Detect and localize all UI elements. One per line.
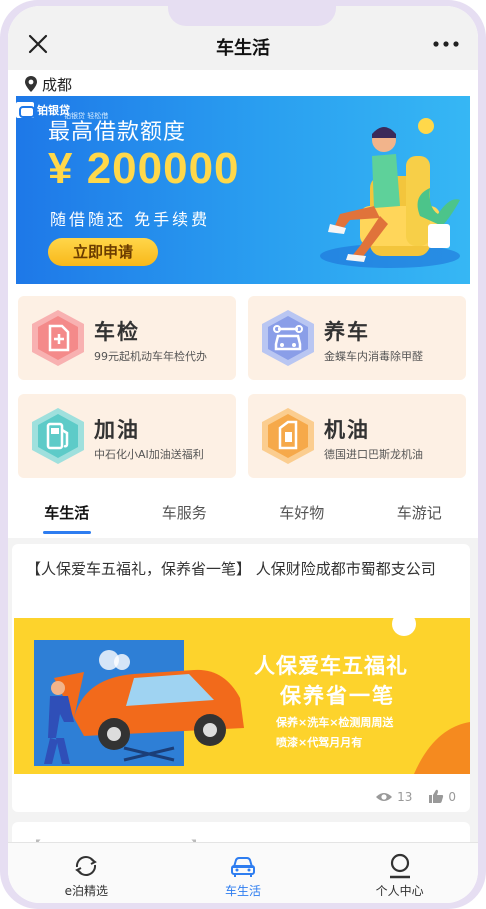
- page-title: 车生活: [216, 38, 270, 59]
- location-selector[interactable]: 成都: [24, 72, 72, 96]
- category-tabs: 车生活 车服务 车好物 车游记: [8, 494, 478, 538]
- article-image: 人保爱车五福礼 保养省一笔 保养×洗车×检测周周送 喷漆×代驾月月有: [14, 618, 470, 774]
- service-desc: 中石化小AI加油送福利: [94, 448, 204, 461]
- tab-car-life[interactable]: 车生活: [8, 494, 126, 538]
- service-title: 加油: [94, 418, 140, 442]
- bottom-nav-label: 个人中心: [375, 884, 424, 898]
- view-count: 13: [375, 790, 412, 804]
- refresh-circle-icon: [75, 856, 98, 876]
- device-frame: 车生活 成都 铂银贷 铂银贷 轻松借 最高借款额度 ¥ 200000 随借随还 …: [0, 0, 486, 909]
- service-card-fuel[interactable]: 加油 中石化小AI加油送福利: [18, 394, 236, 478]
- bottom-nav-car-life[interactable]: 车生活: [165, 843, 322, 903]
- article-title: 【人保爱车五福礼，保养省一笔】 人保财险成都市蜀都支公司: [26, 560, 436, 578]
- location-pin-icon: [25, 76, 37, 92]
- image-promo-line: 喷漆×代驾月月有: [276, 736, 363, 749]
- person-on-chair-illustration: [320, 118, 460, 268]
- like-count[interactable]: 0: [428, 789, 456, 804]
- thumbs-up-icon: [429, 789, 444, 803]
- image-subheadline: 保养省一笔: [280, 684, 395, 708]
- brand-logo-icon: [16, 102, 35, 118]
- like-count-value: 0: [448, 789, 456, 804]
- car-repair-illustration: [34, 618, 470, 774]
- loan-banner[interactable]: 铂银贷 铂银贷 轻松借 最高借款额度 ¥ 200000 随借随还 免手续费 立即…: [16, 96, 470, 284]
- doc-plus-icon: [32, 310, 84, 366]
- service-card-maintenance[interactable]: 养车 金蝶车内消毒除甲醛: [248, 296, 466, 380]
- banner-subtitle: 随借随还 免手续费: [50, 210, 211, 229]
- bottom-nav-label: e泊精选: [64, 884, 109, 898]
- service-card-engine-oil[interactable]: 机油 德国进口巴斯龙机油: [248, 394, 466, 478]
- tab-car-goods[interactable]: 车好物: [243, 494, 361, 538]
- bottom-navigation: e泊精选 车生活 个人中心: [8, 842, 478, 903]
- bottom-nav-featured[interactable]: e泊精选: [8, 843, 165, 903]
- car-icon: [231, 857, 255, 877]
- service-title: 机油: [324, 418, 370, 442]
- service-title: 养车: [324, 320, 370, 344]
- eye-icon: [376, 792, 393, 801]
- fuel-pump-icon: [32, 408, 84, 464]
- image-promo-line: 保养×洗车×检测周周送: [276, 716, 394, 729]
- bottom-nav-label: 车生活: [225, 884, 262, 898]
- apply-now-button[interactable]: 立即申请: [48, 238, 158, 266]
- car-wrench-icon: [262, 310, 314, 366]
- tab-car-travel[interactable]: 车游记: [361, 494, 479, 538]
- phone-screen: 车生活 成都 铂银贷 铂银贷 轻松借 最高借款额度 ¥ 200000 随借随还 …: [8, 6, 478, 903]
- banner-headline: 最高借款额度: [48, 120, 187, 145]
- more-options-icon[interactable]: [432, 34, 460, 54]
- article-card[interactable]: 【人保爱车五福礼，保养省一笔】 人保财险成都市蜀都支公司 人保爱车五福礼 保养省…: [12, 544, 470, 812]
- tab-car-service[interactable]: 车服务: [126, 494, 244, 538]
- oil-can-icon: [262, 408, 314, 464]
- image-headline: 人保爱车五福礼: [254, 654, 408, 678]
- service-desc: 99元起机动车年检代办: [94, 350, 207, 363]
- service-desc: 德国进口巴斯龙机油: [324, 448, 423, 461]
- view-count-value: 13: [397, 789, 413, 804]
- service-title: 车检: [94, 320, 140, 344]
- bottom-nav-profile[interactable]: 个人中心: [321, 843, 478, 903]
- user-icon: [389, 853, 410, 879]
- device-notch: [168, 6, 336, 26]
- location-city: 成都: [42, 75, 73, 94]
- banner-amount: ¥ 200000: [48, 144, 240, 193]
- article-stats: 13 0: [375, 789, 456, 804]
- service-card-inspection[interactable]: 车检 99元起机动车年检代办: [18, 296, 236, 380]
- service-desc: 金蝶车内消毒除甲醛: [324, 350, 423, 363]
